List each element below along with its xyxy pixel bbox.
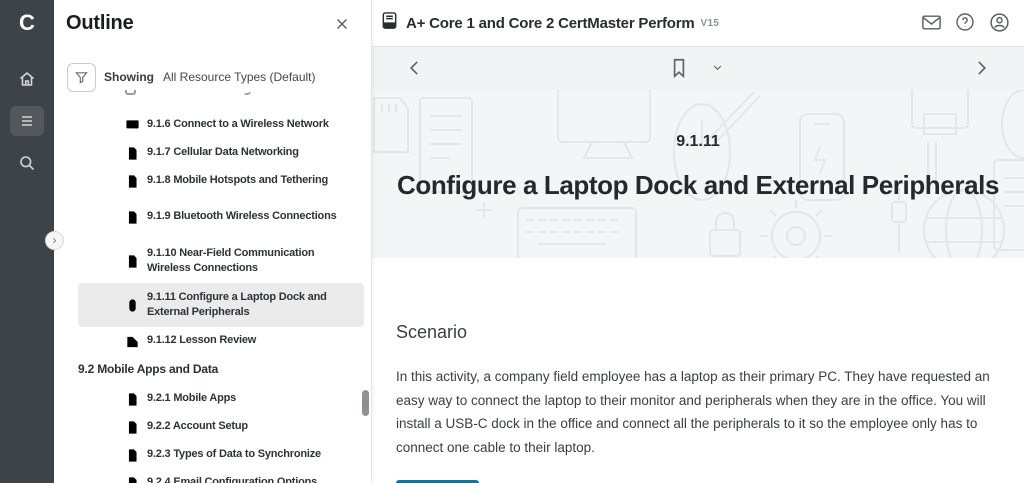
lesson-toolbar <box>372 47 1024 90</box>
outline-collapse-button[interactable]: › <box>45 231 64 250</box>
account-button[interactable] <box>988 12 1010 34</box>
outline-item[interactable]: 9.1.10 Near-Field Communication Wireless… <box>54 239 372 283</box>
bookmark-dropdown-button[interactable] <box>704 56 730 82</box>
main-content: A+ Core 1 and Core 2 CertMaster Perform … <box>372 0 1024 483</box>
outline-item-label: 9.2.1 Mobile Apps <box>147 391 347 407</box>
outline-panel-title: Outline <box>66 12 134 35</box>
scenario-heading: Scenario <box>396 322 1024 343</box>
document-icon <box>125 210 140 225</box>
outline-item-label: 9.1.6 Connect to a Wireless Network <box>147 117 347 133</box>
document-icon <box>125 420 140 435</box>
mail-button[interactable] <box>920 12 942 34</box>
document-icon <box>125 476 140 483</box>
outline-item[interactable]: 9.1.8 Mobile Hotspots and Tethering <box>54 167 372 195</box>
chevron-down-icon <box>710 60 725 75</box>
outline-menu-button[interactable] <box>0 104 54 138</box>
outline-item[interactable]: 9.1.12 Lesson Review <box>54 327 372 355</box>
home-button[interactable] <box>0 62 54 96</box>
lesson-number: 9.1.11 <box>372 133 1024 151</box>
filter-showing-label: Showing <box>104 70 154 84</box>
outline-item[interactable]: 9.1.6 Connect to a Wireless Network <box>54 111 372 139</box>
outline-item-label: 9.1.9 Bluetooth Wireless Connections <box>147 209 347 225</box>
bookmark-controls <box>372 56 1024 82</box>
search-icon <box>17 153 37 173</box>
filter-funnel-icon <box>73 69 90 86</box>
bookmark-icon <box>668 57 690 79</box>
outline-panel: Outline Showing All Resource Types (Defa… <box>54 0 372 483</box>
document-icon <box>125 174 140 189</box>
outline-item[interactable]: 9.1.7 Cellular Data Networking <box>54 139 372 167</box>
outline-section-header[interactable]: 9.2 Mobile Apps and Data <box>54 355 372 385</box>
outline-item-label: 9.2.3 Types of Data to Synchronize <box>147 447 347 463</box>
outline-close-button[interactable] <box>333 16 351 34</box>
next-page-button[interactable] <box>968 56 994 82</box>
help-icon <box>955 12 975 32</box>
lesson-banner: 9.1.11 Configure a Laptop Dock and Exter… <box>372 90 1024 258</box>
outline-section-label: 9.2 Mobile Apps and Data <box>78 362 348 378</box>
app-window: C › Outline Showing All Resource Types (… <box>0 0 1024 483</box>
outline-item-selected[interactable]: 9.1.11 Configure a Laptop Dock and Exter… <box>78 283 364 327</box>
course-title: A+ Core 1 and Core 2 CertMaster Perform <box>406 15 695 32</box>
bookmark-button[interactable] <box>666 56 692 82</box>
document-icon <box>125 146 140 161</box>
course-book-icon <box>380 11 399 35</box>
edit-icon <box>125 334 140 349</box>
clipped-outline-item <box>54 86 372 111</box>
lesson-title: Configure a Laptop Dock and External Per… <box>372 170 1024 201</box>
outline-item-label: 9.1.10 Near-Field Communication Wireless… <box>147 246 347 277</box>
outline-item[interactable]: 9.2.4 Email Configuration Options <box>54 469 372 483</box>
document-icon <box>125 254 140 269</box>
outline-item[interactable]: 9.2.2 Account Setup <box>54 413 372 441</box>
lab-icon <box>125 118 140 133</box>
outline-item[interactable]: 9.2.1 Mobile Apps <box>54 385 372 413</box>
course-version-badge: V15 <box>701 18 720 29</box>
scenario-text: In this activity, a company field employ… <box>396 365 1006 459</box>
scenario-section: Scenario In this activity, a company fie… <box>372 258 1024 483</box>
outline-menu-icon <box>17 111 37 131</box>
chevron-right-icon <box>970 57 992 79</box>
outline-scrollbar-thumb[interactable] <box>362 390 369 416</box>
outline-item-label: 9.2.4 Email Configuration Options <box>147 475 347 483</box>
outline-item-label: 9.1.11 Configure a Laptop Dock and Exter… <box>147 290 347 321</box>
help-button[interactable] <box>954 12 976 34</box>
active-nav-highlight <box>10 106 44 136</box>
outline-list: 9.1.6 Connect to a Wireless Network 9.1.… <box>54 86 372 483</box>
outline-item[interactable]: 9.2.3 Types of Data to Synchronize <box>54 441 372 469</box>
outline-item-label: 9.1.8 Mobile Hotspots and Tethering <box>147 173 347 189</box>
document-icon <box>125 392 140 407</box>
mail-icon <box>921 12 942 33</box>
home-icon <box>17 69 37 89</box>
comptia-logo: C <box>0 0 54 46</box>
outline-item-label: 9.1.12 Lesson Review <box>147 333 347 349</box>
outline-item-label: 9.1.7 Cellular Data Networking <box>147 145 347 161</box>
document-icon <box>125 448 140 463</box>
mouse-icon <box>125 298 140 313</box>
search-button[interactable] <box>0 146 54 180</box>
filter-value[interactable]: All Resource Types (Default) <box>163 70 316 84</box>
header-actions <box>920 12 1010 34</box>
account-icon <box>989 12 1010 33</box>
outline-item-label: 9.2.2 Account Setup <box>147 419 347 435</box>
course-header: A+ Core 1 and Core 2 CertMaster Perform … <box>372 0 1024 47</box>
outline-item[interactable]: 9.1.9 Bluetooth Wireless Connections <box>54 195 372 239</box>
close-icon <box>334 16 350 32</box>
